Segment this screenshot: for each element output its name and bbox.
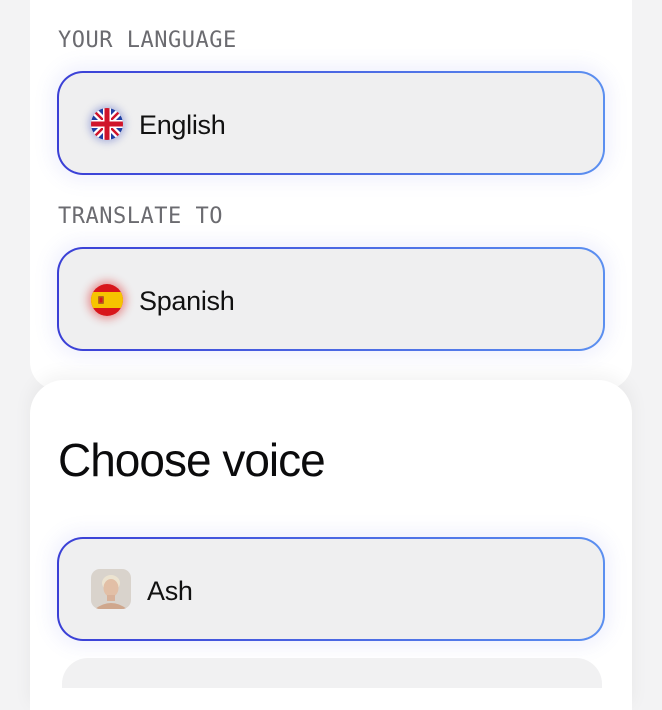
uk-flag-icon [91,108,123,140]
your-language-select[interactable]: English [57,71,605,175]
voice-option-partial[interactable] [62,658,602,688]
voice-name: Ash [147,576,193,606]
translate-to-value: Spanish [139,286,235,316]
voice-option-ash[interactable]: Ash [57,537,605,641]
translate-to-select[interactable]: Spanish [57,247,605,351]
translate-to-label: TRANSLATE TO [58,204,223,229]
spain-flag-icon [91,284,123,316]
ash-avatar [91,569,131,609]
your-language-label: YOUR LANGUAGE [58,28,237,53]
choose-voice-title: Choose voice [58,434,326,486]
your-language-value: English [139,110,226,140]
